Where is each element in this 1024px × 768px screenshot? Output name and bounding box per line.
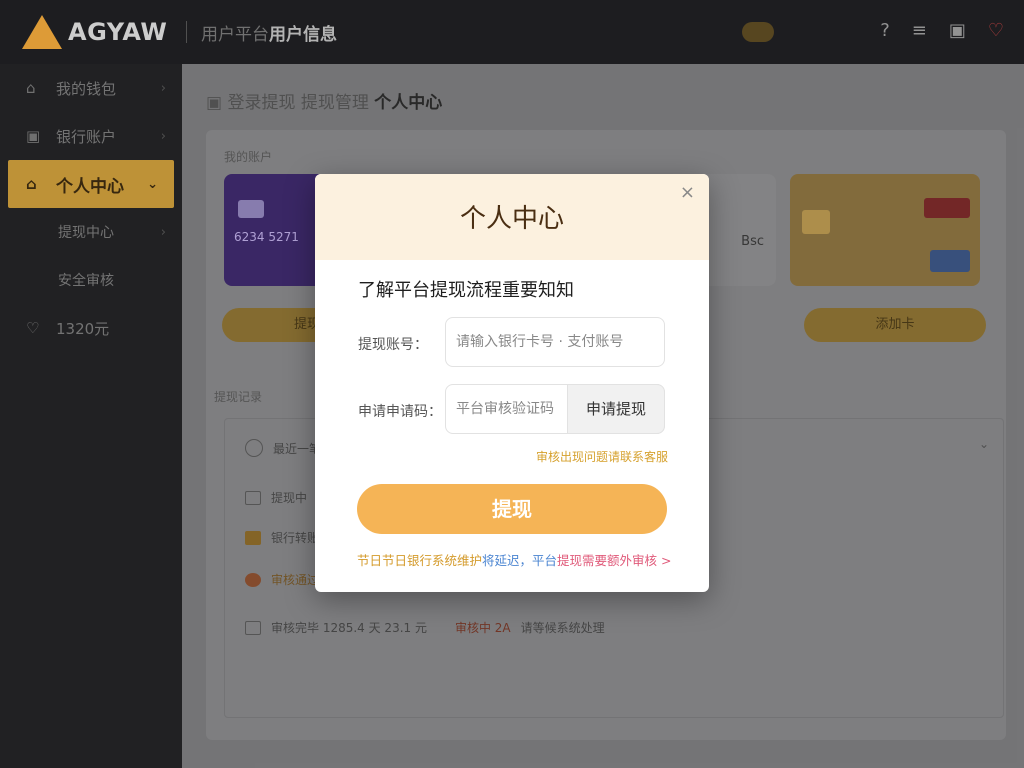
notice-part-2: 将延迟，平台 (482, 553, 558, 568)
help-link[interactable]: 审核出现问题请联系客服 (536, 448, 668, 465)
modal-subtitle: 了解平台提现流程重要知知 (358, 280, 574, 301)
code-field[interactable]: 申请提现 (445, 384, 665, 434)
code-field-label: 申请申请码： (358, 404, 442, 420)
code-input[interactable] (446, 401, 566, 417)
account-field-label: 提现账号： (358, 337, 428, 353)
maintenance-notice[interactable]: 节日节日银行系统维护将延迟，平台提现需要额外审核 > (357, 550, 677, 569)
notice-part-1: 节日节日银行系统维护 (357, 553, 483, 568)
modal-title: 个人中心 (315, 174, 709, 260)
account-input[interactable] (446, 334, 664, 350)
notice-part-3: 提现需要额外审核 > (557, 553, 672, 568)
profile-modal: 个人中心 × 了解平台提现流程重要知知 提现账号： 申请申请码： 申请提现 审核… (315, 174, 709, 592)
request-code-button[interactable]: 申请提现 (567, 384, 665, 434)
close-icon[interactable]: × (680, 182, 695, 203)
account-field[interactable] (445, 317, 665, 367)
withdraw-button[interactable]: 提现 (357, 484, 667, 534)
